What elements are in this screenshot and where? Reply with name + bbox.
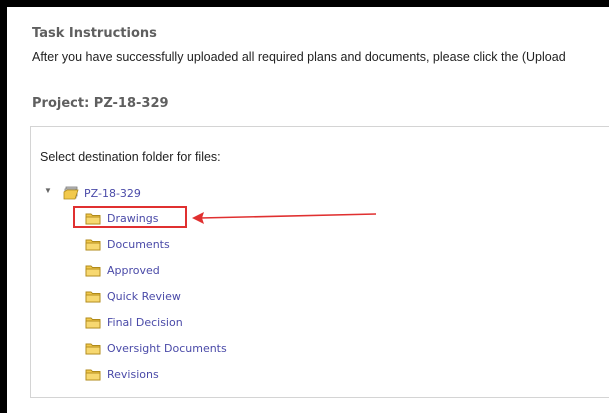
annotation-arrow-icon xyxy=(192,212,377,224)
select-folder-prompt: Select destination folder for files: xyxy=(40,150,221,164)
tree-node-label[interactable]: Final Decision xyxy=(107,316,183,329)
highlight-box xyxy=(73,206,187,228)
folder-icon xyxy=(85,290,101,308)
expand-toggle-icon[interactable]: ▼ xyxy=(44,186,52,195)
task-instructions-text: After you have successfully uploaded all… xyxy=(32,50,566,64)
folder-picker-panel xyxy=(30,126,609,398)
task-instructions-heading: Task Instructions xyxy=(32,26,157,41)
folder-icon xyxy=(85,264,101,282)
folder-icon xyxy=(85,368,101,386)
folder-icon xyxy=(85,238,101,256)
folder-stack-icon xyxy=(63,186,79,205)
tree-node-label[interactable]: Oversight Documents xyxy=(107,342,227,355)
tree-node-label[interactable]: Approved xyxy=(107,264,160,277)
tree-root-label[interactable]: PZ-18-329 xyxy=(84,187,141,200)
tree-node-label[interactable]: Revisions xyxy=(107,368,159,381)
tree-node-label[interactable]: Quick Review xyxy=(107,290,181,303)
folder-icon xyxy=(85,342,101,360)
tree-node-label[interactable]: Documents xyxy=(107,238,170,251)
folder-icon xyxy=(85,316,101,334)
project-title: Project: PZ-18-329 xyxy=(32,96,169,111)
